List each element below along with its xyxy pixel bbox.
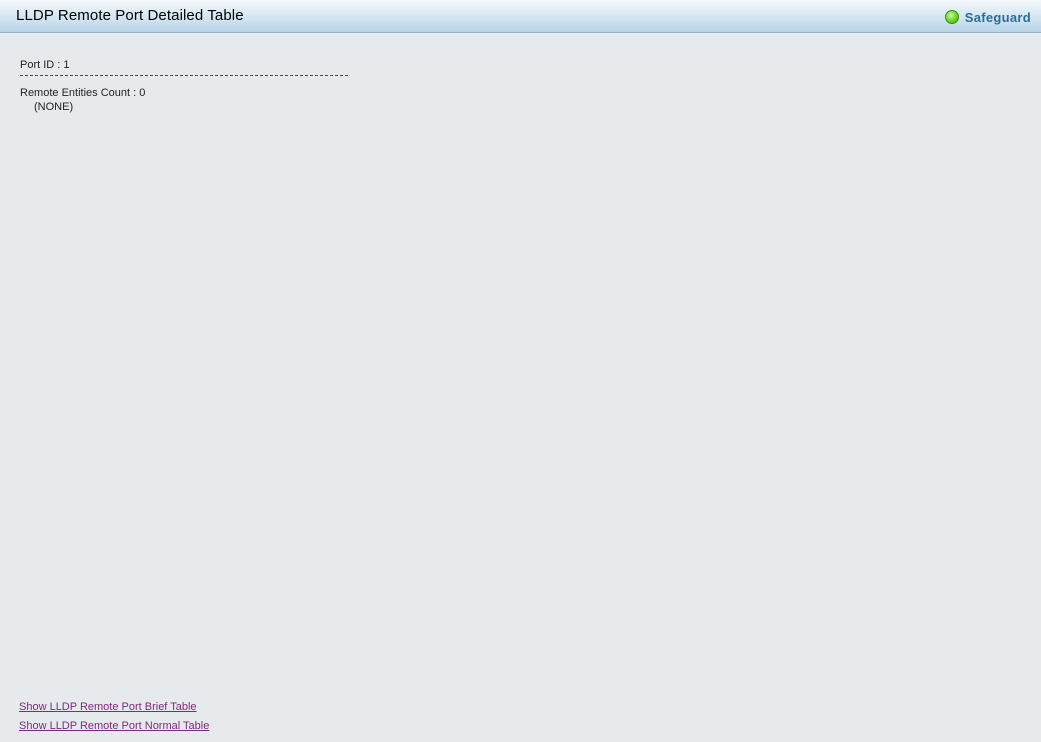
- page: LLDP Remote Port Detailed Table Safeguar…: [0, 0, 1041, 742]
- safeguard-indicator: Safeguard: [944, 8, 1031, 26]
- title-bar: LLDP Remote Port Detailed Table Safeguar…: [0, 0, 1041, 33]
- none-text: (NONE): [34, 101, 74, 113]
- dashed-separator: [20, 75, 348, 76]
- safeguard-label: Safeguard: [964, 9, 1031, 25]
- table-links: Show LLDP Remote Port Brief Table Show L…: [19, 698, 209, 736]
- show-brief-table-link[interactable]: Show LLDP Remote Port Brief Table: [19, 698, 209, 717]
- status-led-icon: [944, 10, 959, 24]
- remote-entities-count-text: Remote Entities Count : 0: [20, 87, 146, 99]
- show-normal-table-link[interactable]: Show LLDP Remote Port Normal Table: [19, 717, 209, 736]
- detail-content: Port ID : 1 Remote Entities Count : 0 (N…: [20, 58, 348, 114]
- port-id-text: Port ID : 1: [20, 59, 70, 71]
- page-title: LLDP Remote Port Detailed Table: [16, 7, 244, 24]
